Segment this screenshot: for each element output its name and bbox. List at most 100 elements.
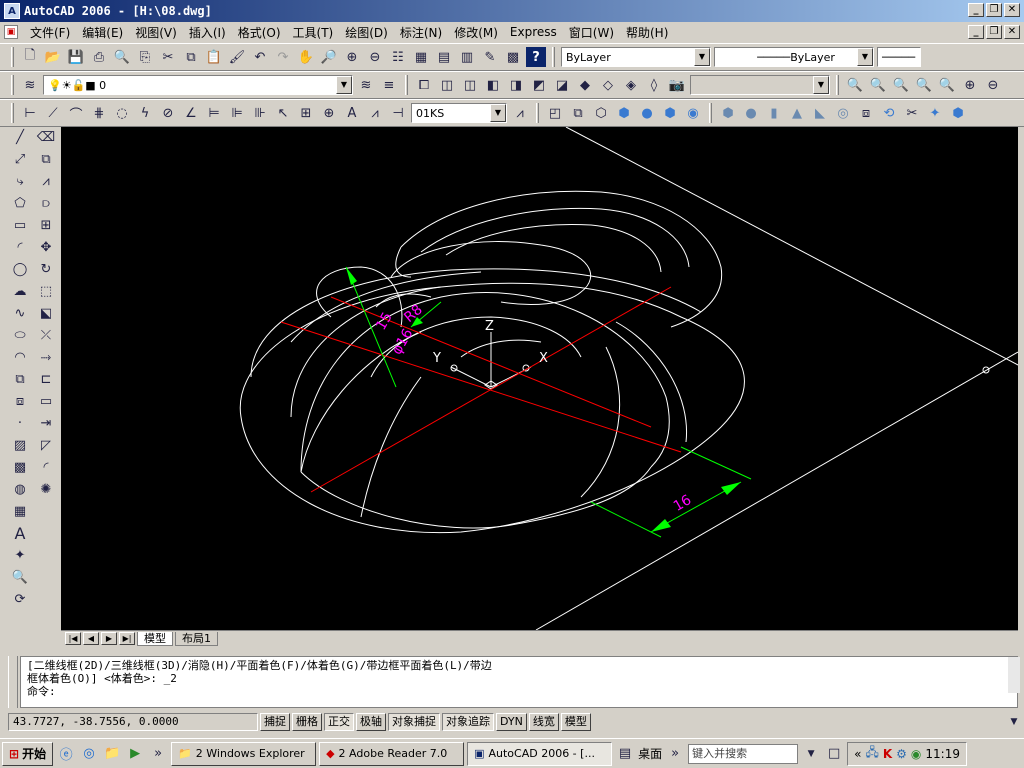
quick-dim-icon[interactable]: ⊨ [204, 103, 224, 123]
fillet-icon[interactable]: ◜ [34, 456, 58, 478]
move-icon[interactable]: ✥ [34, 236, 58, 258]
grid-toggle[interactable]: 栅格 [292, 713, 322, 731]
diameter-dim-icon[interactable]: ⊘ [158, 103, 178, 123]
menu-format[interactable]: 格式(O) [232, 24, 287, 41]
zoom-pan-icon[interactable]: ✦ [8, 544, 32, 566]
search-dropdown-icon[interactable]: ▼ [801, 744, 821, 764]
aligned-dim-icon[interactable]: ⟋ [43, 103, 63, 123]
command-prompt[interactable]: 命令: [27, 685, 1011, 698]
ordinate-dim-icon[interactable]: ⋕ [89, 103, 109, 123]
make-block-icon[interactable]: ⧈ [8, 390, 32, 412]
arc-icon[interactable]: ◜ [8, 236, 32, 258]
ortho-toggle[interactable]: 正交 [324, 713, 354, 731]
color-combo[interactable]: ByLayer ▼ [561, 47, 711, 67]
jogged-dim-icon[interactable]: ϟ [135, 103, 155, 123]
chevron-down-icon[interactable]: ▼ [694, 48, 710, 66]
spline-icon[interactable]: ∿ [8, 302, 32, 324]
clock[interactable]: 11:19 [925, 747, 960, 761]
tolerance-icon[interactable]: ⊞ [296, 103, 316, 123]
polar-toggle[interactable]: 极轴 [356, 713, 386, 731]
save-icon[interactable]: 💾 [66, 47, 86, 67]
se-iso-icon[interactable]: ◇ [598, 75, 618, 95]
chamfer-icon[interactable]: ◸ [34, 434, 58, 456]
match-properties-icon[interactable]: 🖌 [227, 47, 247, 67]
dim-edit-icon[interactable]: A [342, 103, 362, 123]
array-icon[interactable]: ⊞ [34, 214, 58, 236]
solid-cylinder-icon[interactable]: ▮ [764, 103, 784, 123]
arc-length-icon[interactable]: ⌒ [66, 103, 86, 123]
line-icon[interactable]: ╱ [8, 126, 32, 148]
dim-text-edit-icon[interactable]: ⩘ [365, 103, 385, 123]
next-tab-icon[interactable]: ▶ [101, 632, 117, 645]
nw-iso-icon[interactable]: ◊ [644, 75, 664, 95]
construction-line-icon[interactable]: ⤢ [8, 148, 32, 170]
folder-icon[interactable]: 📁 [102, 744, 122, 764]
doc-restore-button[interactable]: ❐ [986, 25, 1002, 39]
search-input[interactable]: 键入并搜索 [688, 743, 799, 764]
named-views-icon[interactable]: ⧠ [414, 75, 434, 95]
solid-wedge-icon[interactable]: ◣ [810, 103, 830, 123]
center-mark-icon[interactable]: ⊕ [319, 103, 339, 123]
menu-express[interactable]: Express [504, 25, 563, 39]
snap-toggle[interactable]: 捕捉 [260, 713, 290, 731]
gouraud-shade-icon[interactable]: ◉ [683, 103, 703, 123]
polygon-icon[interactable]: ⬠ [8, 192, 32, 214]
shade-icon[interactable]: ⬢ [614, 103, 634, 123]
dim-text-phi16[interactable]: φ16 [389, 326, 416, 358]
linetype-combo[interactable]: ───── ByLayer ▼ [714, 47, 874, 67]
zoom-window-icon[interactable]: 🔍 [868, 75, 888, 95]
minimize-button[interactable]: _ [968, 3, 984, 17]
break-at-point-icon[interactable]: ⊏ [34, 368, 58, 390]
dyn-toggle[interactable]: DYN [496, 713, 527, 731]
angular-dim-icon[interactable]: ∠ [181, 103, 201, 123]
erase-icon[interactable]: ⌫ [34, 126, 58, 148]
extrude-icon[interactable]: ⧈ [856, 103, 876, 123]
bottom-view-icon[interactable]: ◫ [460, 75, 480, 95]
rotate-icon[interactable]: ↻ [34, 258, 58, 280]
lineweight-toggle[interactable]: 线宽 [528, 713, 559, 731]
publish-icon[interactable]: ⎘ [135, 47, 155, 67]
orbit-icon[interactable]: ⟳ [8, 588, 32, 610]
update-icon[interactable]: ⚙ [896, 747, 907, 761]
menu-tools[interactable]: 工具(T) [287, 24, 340, 41]
menu-dimension[interactable]: 标注(N) [394, 24, 448, 41]
lineweight-combo[interactable]: ───── [877, 47, 921, 67]
redo-icon[interactable]: ↷ [273, 47, 293, 67]
sheet-set-icon[interactable]: ▥ [457, 47, 477, 67]
restore-button[interactable]: ❐ [986, 3, 1002, 17]
make-layer-current-icon[interactable]: ≋ [356, 75, 376, 95]
hatch-icon[interactable]: ▨ [8, 434, 32, 456]
zoom-realtime-icon[interactable]: 🔎 [319, 47, 339, 67]
zoom-center-icon[interactable]: 🔍 [937, 75, 957, 95]
extend-icon[interactable]: ⤑ [34, 346, 58, 368]
dim-text-15[interactable]: 15 [373, 310, 396, 333]
command-scrollbar[interactable] [1008, 657, 1020, 693]
flat-shade-icon[interactable]: ⬢ [660, 103, 680, 123]
zoom-previous-icon[interactable]: ⊖ [365, 47, 385, 67]
tab-layout1[interactable]: 布局1 [175, 631, 218, 646]
pan-icon[interactable]: ✋ [296, 47, 316, 67]
sw-iso-icon[interactable]: ◆ [575, 75, 595, 95]
continue-dim-icon[interactable]: ⊪ [250, 103, 270, 123]
osnap-toggle[interactable]: 对象捕捉 [388, 713, 440, 731]
prev-tab-icon[interactable]: ◀ [83, 632, 99, 645]
trim-icon[interactable]: ⤫ [34, 324, 58, 346]
revolve-icon[interactable]: ⟲ [879, 103, 899, 123]
offset-icon[interactable]: ⫐ [34, 192, 58, 214]
undo-icon[interactable]: ↶ [250, 47, 270, 67]
top-view-icon[interactable]: ◫ [437, 75, 457, 95]
explode-icon[interactable]: ✺ [34, 478, 58, 500]
box-icon[interactable]: ⬡ [591, 103, 611, 123]
join-icon[interactable]: ⇥ [34, 412, 58, 434]
tab-model[interactable]: 模型 [137, 631, 173, 646]
chevron-down-icon[interactable]: ▼ [336, 76, 352, 94]
doc-minimize-button[interactable]: _ [968, 25, 984, 39]
menu-file[interactable]: 文件(F) [24, 24, 76, 41]
properties-icon[interactable]: ☷ [388, 47, 408, 67]
zoom-out-icon[interactable]: ⊖ [983, 75, 1003, 95]
front-view-icon[interactable]: ◩ [529, 75, 549, 95]
outlook-icon[interactable]: ◎ [79, 744, 99, 764]
point-icon[interactable]: · [8, 412, 32, 434]
zoom-window-icon[interactable]: ⊕ [342, 47, 362, 67]
antivirus-icon[interactable]: K [883, 747, 892, 761]
